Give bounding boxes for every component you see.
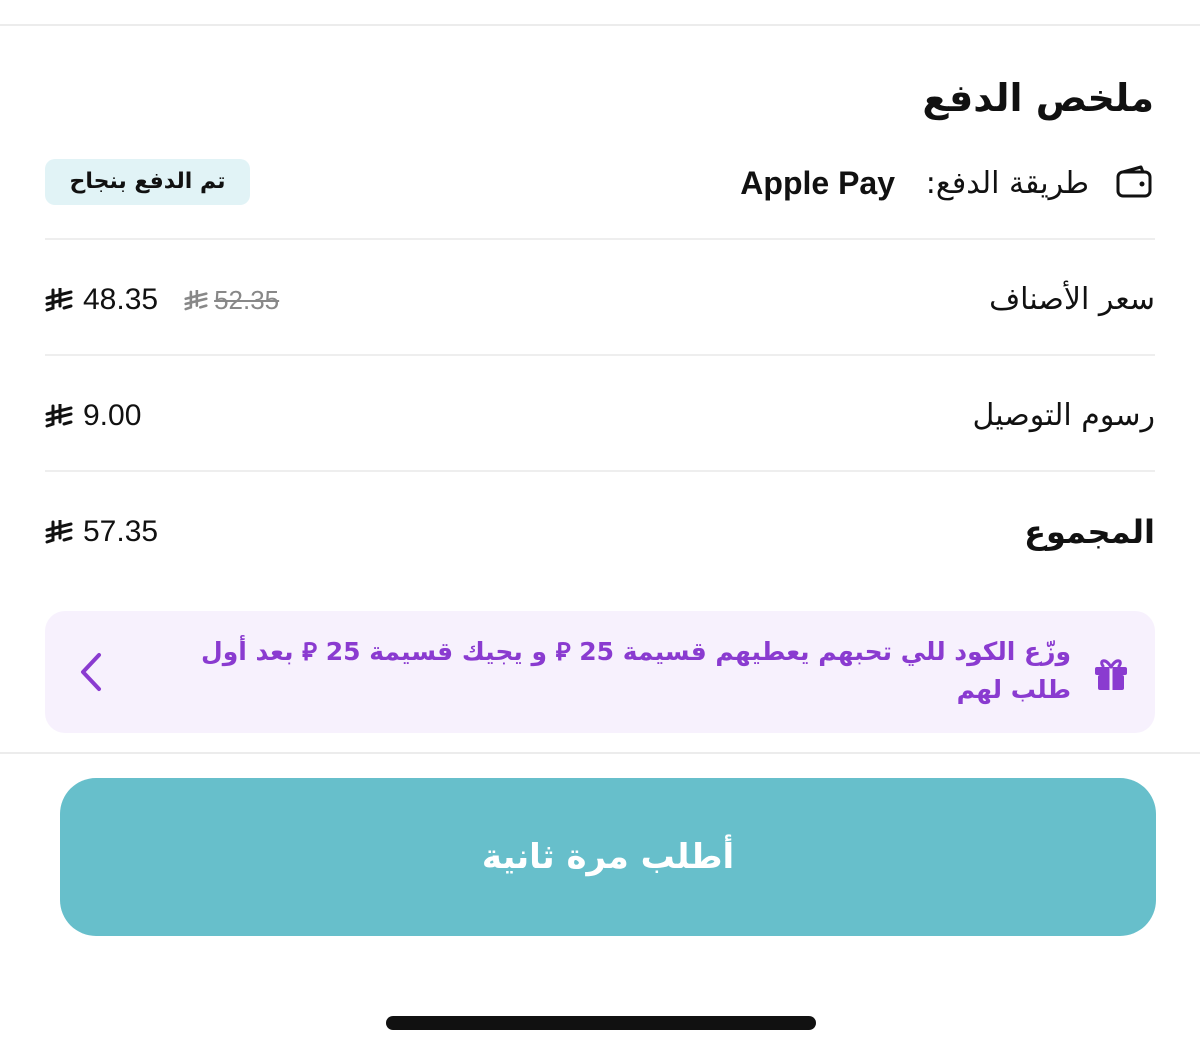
gift-icon [1095, 659, 1127, 690]
riyal-sign-icon [45, 520, 73, 544]
riyal-sign-icon [184, 289, 208, 310]
riyal-sign-icon [45, 404, 73, 428]
items-price-row: سعر الأصناف 48.35 52.35 [45, 270, 1155, 330]
reorder-button[interactable]: أطلب مرة ثانية [60, 778, 1156, 936]
payment-summary-screen: ملخص الدفع طريقة الدفع: Apple Pay تم الد… [0, 0, 1200, 1052]
chevron-left-icon[interactable] [71, 649, 111, 695]
footer-divider [0, 752, 1200, 754]
payment-method-row: طريقة الدفع: Apple Pay تم الدفع بنجاح [45, 154, 1155, 212]
delivery-fee-row: رسوم التوصيل 9.00 [45, 386, 1155, 446]
referral-promo-banner[interactable]: وزّع الكود للي تحبهم يعطيهم قسيمة 25 ⃁ و… [45, 611, 1155, 733]
total-value: 57.35 [83, 515, 159, 548]
status-badge: تم الدفع بنجاح [45, 159, 250, 205]
items-price-amount: 48.35 52.35 [45, 276, 279, 324]
divider [45, 354, 1155, 356]
delivery-fee-amount: 9.00 [45, 392, 141, 440]
referral-promo-text: وزّع الكود للي تحبهم يعطيهم قسيمة 25 ⃁ و… [201, 637, 1071, 704]
payment-method-label: طريقة الدفع: [925, 166, 1089, 201]
wallet-icon [1116, 165, 1152, 198]
total-amount: 57.35 [45, 508, 158, 556]
home-indicator [386, 1016, 816, 1030]
delivery-fee-label: رسوم التوصيل [972, 398, 1155, 433]
top-divider [0, 24, 1200, 26]
divider [45, 470, 1155, 472]
items-old-price-value: 52.35 [214, 285, 280, 315]
delivery-fee-value: 9.00 [83, 399, 142, 432]
items-old-price: 52.35 [184, 276, 279, 324]
total-label: المجموع [1024, 513, 1155, 551]
payment-method-value: Apple Pay [740, 165, 895, 201]
divider [45, 238, 1155, 240]
items-price-label: سعر الأصناف [989, 282, 1155, 317]
riyal-sign-icon [45, 288, 73, 312]
items-price-value: 48.35 [83, 283, 159, 316]
page-title: ملخص الدفع [922, 76, 1154, 120]
total-row: المجموع 57.35 [45, 502, 1155, 562]
